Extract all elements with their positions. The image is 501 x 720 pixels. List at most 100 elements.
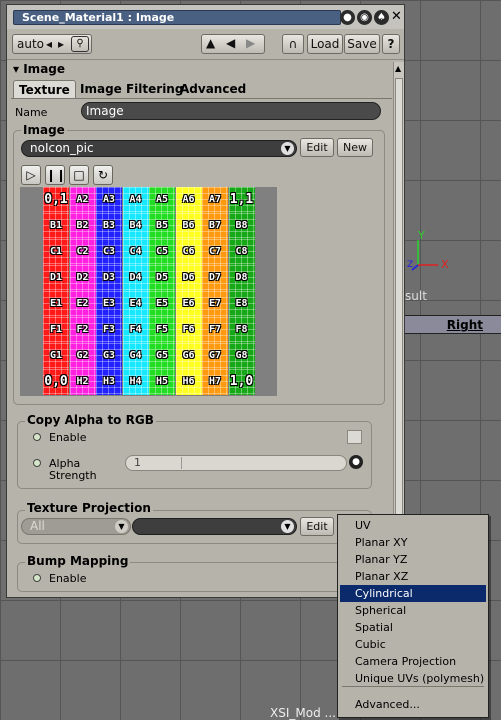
texture-cell: B7 (202, 213, 228, 239)
titlebar[interactable]: Scene_Material1 : Image ● ◉ ♠ ✕ (7, 5, 404, 29)
texture-cell: G2 (69, 343, 96, 369)
play-icon[interactable]: ▷ (21, 165, 41, 185)
texture-cell: C3 (96, 239, 122, 265)
alpha-strength-value: 1 (134, 456, 141, 469)
bump-enable-indicator[interactable] (33, 574, 41, 582)
texture-cell: H6 (175, 369, 202, 395)
texture-cell: 0,0 (43, 369, 69, 395)
menu-item-spherical[interactable]: Spherical (340, 602, 486, 619)
texture-cell: A4 (122, 187, 149, 213)
projection-space-select: All ▼ (21, 518, 131, 535)
viewport-view-label[interactable]: Right (447, 318, 483, 332)
tab-divider (11, 98, 392, 99)
image-group-title: Image (21, 123, 67, 137)
alpha-enable-indicator[interactable] (33, 433, 41, 441)
texture-cell: F5 (149, 317, 175, 343)
menu-item-spatial[interactable]: Spatial (340, 619, 486, 636)
texture-cell: A3 (96, 187, 122, 213)
projection-edit-button[interactable]: Edit (300, 517, 334, 536)
up-arrow-icon[interactable]: ▲ (206, 36, 215, 50)
refresh-icon[interactable]: ↻ (93, 165, 113, 185)
tab-image-filtering[interactable]: Image Filtering (75, 80, 188, 98)
tab-advanced[interactable]: Advanced (175, 80, 251, 98)
menu-item-uv[interactable]: UV (340, 517, 486, 534)
texture-cell: A2 (69, 187, 96, 213)
window-title: Scene_Material1 : Image (13, 10, 341, 25)
texture-cell: D1 (43, 265, 69, 291)
section-header[interactable]: ▾ Image (7, 62, 392, 78)
menu-item-camera-projection[interactable]: Camera Projection (340, 653, 486, 670)
menu-item-cubic[interactable]: Cubic (340, 636, 486, 653)
axis-gizmo: Y X Z (407, 230, 449, 271)
texture-cell: F7 (202, 317, 228, 343)
texture-cell: D4 (122, 265, 149, 291)
axis-x-label: X (441, 258, 449, 271)
image-clip-value: noIcon_pic (30, 141, 94, 155)
name-field[interactable]: Image (81, 102, 381, 120)
menu-item-planar-xy[interactable]: Planar XY (340, 534, 486, 551)
auto-button[interactable]: auto (17, 37, 44, 51)
pin-icon[interactable]: ◉ (357, 10, 372, 25)
pause-icon[interactable]: ❙❙ (45, 165, 66, 185)
texture-cell: G3 (96, 343, 122, 369)
texture-cell: B4 (122, 213, 149, 239)
texture-cell: H3 (96, 369, 122, 395)
texture-cell: F2 (69, 317, 96, 343)
help-button[interactable]: ? (382, 34, 400, 54)
texture-cell: C4 (122, 239, 149, 265)
image-new-button[interactable]: New (337, 138, 373, 157)
animation-icon[interactable]: ● (349, 455, 363, 469)
collapse-arrow-icon: ▾ (13, 62, 20, 76)
tab-bar: Texture Image Filtering Advanced (11, 80, 391, 98)
forward-arrow-icon[interactable]: ▶ (246, 36, 255, 50)
scroll-up-icon[interactable]: ▲ (395, 64, 401, 73)
back-arrow-icon[interactable]: ◀ (226, 36, 235, 50)
texture-cell: C6 (175, 239, 202, 265)
texture-cell: G6 (175, 343, 202, 369)
bump-group-title: Bump Mapping (25, 554, 131, 568)
projection-select[interactable]: ▼ (132, 518, 297, 535)
close-icon[interactable]: ✕ (391, 9, 402, 24)
alpha-strength-slider[interactable]: 1 (125, 455, 347, 471)
link-icon[interactable]: ⚲ (71, 36, 89, 52)
chevron-down-icon: ▼ (115, 520, 128, 533)
recycle-icon[interactable]: ∩ (282, 34, 304, 54)
image-clip-select[interactable]: noIcon_pic ▼ (21, 140, 297, 157)
menu-separator (342, 686, 484, 687)
alpha-strength-indicator[interactable] (33, 459, 41, 467)
scrollbar-thumb[interactable] (395, 78, 403, 540)
scrollbar[interactable]: ▲ (393, 62, 404, 572)
texture-cell: E7 (202, 291, 228, 317)
alpha-enable-checkbox[interactable] (347, 430, 362, 444)
menu-item-planar-yz[interactable]: Planar YZ (340, 551, 486, 568)
next-arrow-icon[interactable]: ▸ (58, 37, 64, 51)
bump-enable-label: Enable (49, 572, 87, 585)
texture-cell: C5 (149, 239, 175, 265)
texture-cell: B2 (69, 213, 96, 239)
texture-cell: E1 (43, 291, 69, 317)
texture-cell: E3 (96, 291, 122, 317)
stop-icon[interactable]: □ (69, 165, 89, 185)
texture-cell: 0,1 (43, 187, 69, 213)
texture-cell: D5 (149, 265, 175, 291)
texture-cell: F4 (122, 317, 149, 343)
load-button[interactable]: Load (307, 34, 343, 54)
menu-item-unique-uvs[interactable]: Unique UVs (polymesh) (340, 670, 486, 687)
texture-cell: A6 (175, 187, 202, 213)
image-edit-button[interactable]: Edit (300, 138, 334, 157)
menu-item-cylindrical[interactable]: Cylindrical (340, 585, 486, 602)
tab-texture[interactable]: Texture (13, 80, 76, 98)
texture-cell: F6 (175, 317, 202, 343)
texture-cell: D2 (69, 265, 96, 291)
prev-arrow-icon[interactable]: ◂ (46, 37, 52, 51)
menu-item-advanced[interactable]: Advanced... (340, 696, 486, 713)
nav-button-group: ▲ ◀ ▶ (201, 34, 265, 54)
save-button[interactable]: Save (344, 34, 380, 54)
section-header-label: Image (23, 62, 66, 76)
auto-selector: auto ◂ ▸ ⚲ (12, 34, 92, 54)
lock-icon[interactable]: ♠ (374, 10, 389, 25)
menu-item-planar-xz[interactable]: Planar XZ (340, 568, 486, 585)
texture-grid: 0,1 A2 A3 A4 A5 A6 A7 1,1 B1 B2 B3 B4 B5 B6 B7 B8 C1 C2 C3… (43, 187, 255, 396)
minimize-icon[interactable]: ● (340, 10, 355, 25)
texture-cell: H7 (202, 369, 228, 395)
